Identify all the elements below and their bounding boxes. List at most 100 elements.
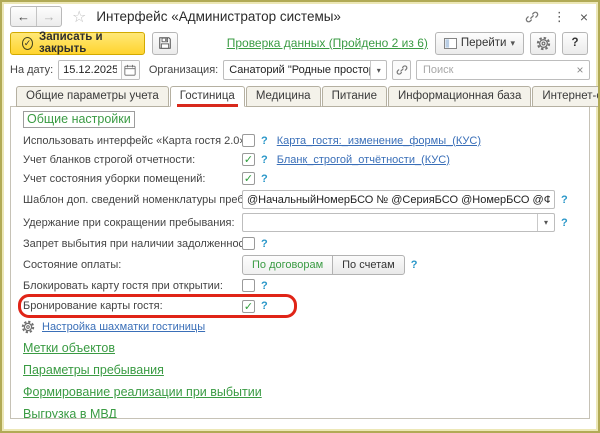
command-bar-right: Перейти ▾ ? [434, 31, 588, 55]
validation-link[interactable]: Проверка данных (Пройдено 2 из 6) [227, 36, 428, 50]
dropdown-arrow-icon[interactable]: ▾ [369, 61, 387, 79]
tab-strip: Общие параметры учета Гостиница Медицина… [10, 84, 598, 107]
help-icon[interactable]: ? [261, 300, 268, 312]
setting-label: Шаблон доп. сведений номенклатуры пребыв… [23, 193, 242, 206]
chevron-down-icon: ▾ [510, 37, 515, 48]
hotel-settings-panel: Общие настройки Использовать интерфейс «… [10, 106, 590, 419]
template-input[interactable] [242, 190, 555, 209]
help-icon[interactable]: ? [411, 259, 418, 271]
help-icon[interactable]: ? [261, 173, 268, 185]
checkbox-card-booking[interactable]: ✓ [242, 299, 255, 313]
date-input[interactable] [59, 61, 122, 79]
help-icon[interactable]: ? [261, 154, 268, 166]
org-label: Организация: [148, 64, 219, 76]
group-link-realization-on-departure[interactable]: Формирование реализации при выбытии [23, 385, 262, 399]
doc-link-strict-forms[interactable]: Бланк_строгой_отчётности_(КУС) [277, 154, 450, 166]
search-input[interactable] [417, 64, 571, 76]
favorite-star-icon[interactable]: ☆ [72, 7, 86, 27]
payment-state-switch: По договорам По счетам [242, 254, 405, 275]
tab-infobase[interactable]: Информационная база [387, 86, 532, 107]
titlebar: ← → ☆ Интерфейс «Администратор системы» … [2, 2, 598, 29]
back-button[interactable]: ← [11, 7, 36, 26]
setting-row-withhold: Удержание при сокращении пребывания: ▾ ? [23, 211, 583, 234]
group-row: Параметры пребывания [23, 359, 583, 381]
group-row: Метки объектов [23, 337, 583, 359]
setting-row-strict-forms: Учет бланков строгой отчетности: ✓ ? Бла… [23, 150, 583, 169]
gear-icon [21, 320, 35, 334]
org-open-link-button[interactable] [392, 60, 411, 80]
help-icon[interactable]: ? [561, 194, 568, 206]
check-circle-icon: ✓ [22, 36, 34, 50]
checkbox-lock-card[interactable] [242, 279, 255, 292]
setting-label: Учет бланков строгой отчетности: [23, 153, 196, 166]
setting-row-departure-ban: Запрет выбытия при наличии задолженности… [23, 234, 583, 253]
help-icon[interactable]: ? [561, 217, 568, 229]
setting-row-template: Шаблон доп. сведений номенклатуры пребыв… [23, 188, 583, 211]
date-field-group [58, 60, 140, 80]
withhold-value [243, 214, 537, 231]
withhold-combobox[interactable]: ▾ [242, 213, 555, 232]
tab-internet-services[interactable]: Интернет-сервисы [532, 86, 598, 107]
help-icon[interactable]: ? [261, 280, 268, 292]
settings-button[interactable] [530, 31, 556, 55]
calendar-button[interactable] [121, 61, 139, 79]
setting-row-lock-card: Блокировать карту гостя при открытии: ? [23, 276, 583, 295]
search-field: × [416, 60, 590, 80]
titlebar-icons: ⋮ × [525, 9, 588, 25]
date-label: На дату: [10, 64, 54, 76]
more-menu-icon[interactable]: ⋮ [553, 9, 566, 25]
help-icon[interactable]: ? [261, 238, 268, 250]
help-icon[interactable]: ? [261, 135, 268, 147]
setting-label: Запрет выбытия при наличии задолженности… [23, 237, 242, 250]
setting-label: Использовать интерфейс «Карта гостя 2.0»… [23, 134, 242, 147]
chess-settings-link[interactable]: Настройка шахматки гостиницы [42, 321, 205, 333]
search-clear-icon[interactable]: × [571, 63, 589, 77]
goto-button[interactable]: Перейти ▾ [434, 31, 524, 55]
save-and-close-button[interactable]: ▾ ✓ Записать и закрыть [10, 31, 145, 55]
forward-button[interactable]: → [36, 7, 61, 26]
chess-settings-row: Настройка шахматки гостиницы [21, 317, 583, 337]
setting-label: Бронирование карты гостя: [23, 300, 163, 312]
tab-hotel[interactable]: Гостиница [169, 86, 245, 107]
setting-row-cleaning-state: Учет состояния уборки помещений: ✓ ? [23, 169, 583, 188]
group-link-mvd-upload[interactable]: Выгрузка в МВД [23, 407, 117, 418]
setting-row-card-booking: Бронирование карты гостя: ✓ ? [18, 294, 583, 318]
setting-label: Удержание при сокращении пребывания: [23, 216, 235, 229]
dropdown-arrow-icon[interactable]: ▾ [537, 214, 554, 231]
setting-label: Блокировать карту гостя при открытии: [23, 279, 223, 292]
dialog-window: ← → ☆ Интерфейс «Администратор системы» … [0, 0, 600, 433]
history-nav: ← → [10, 6, 62, 27]
setting-label: Состояние оплаты: [23, 258, 122, 271]
checkbox-departure-ban[interactable] [242, 237, 255, 250]
tab-food[interactable]: Питание [321, 86, 387, 107]
page-title: Интерфейс «Администратор системы» [96, 9, 341, 24]
checkbox-strict-forms[interactable]: ✓ [242, 153, 255, 166]
org-value: Санаторий "Родные просторы" [229, 64, 370, 76]
filter-bar: На дату: Организация: Санаторий "Родные … [2, 58, 598, 82]
tab-medicine[interactable]: Медицина [245, 86, 321, 107]
group-link-stay-parameters[interactable]: Параметры пребывания [23, 363, 164, 377]
goto-label: Перейти [460, 37, 507, 49]
gear-icon [536, 36, 551, 51]
tab-general-accounting[interactable]: Общие параметры учета [16, 86, 169, 107]
checkbox-cleaning-state[interactable]: ✓ [242, 172, 255, 185]
org-combobox[interactable]: Санаторий "Родные просторы" ▾ [223, 60, 388, 80]
group-link-object-tags[interactable]: Метки объектов [23, 341, 115, 355]
payment-option-contracts[interactable]: По договорам [242, 254, 334, 275]
group-row: Выгрузка в МВД [23, 403, 583, 418]
setting-label: Учет состояния уборки помещений: [23, 172, 206, 185]
help-button[interactable]: ? [562, 31, 588, 55]
save-and-close-label: Записать и закрыть [39, 31, 103, 55]
payment-option-invoices[interactable]: По счетам [332, 254, 405, 275]
setting-row-guest-card: Использовать интерфейс «Карта гостя 2.0»… [23, 131, 583, 150]
group-header-general-settings[interactable]: Общие настройки [23, 111, 135, 128]
goto-icon [443, 37, 457, 49]
command-bar: ▾ ✓ Записать и закрыть Проверка данных (… [2, 29, 598, 58]
save-button[interactable] [151, 31, 178, 55]
group-row: Формирование реализации при выбытии [23, 381, 583, 403]
setting-row-payment-state: Состояние оплаты: По договорам По счетам… [23, 253, 583, 276]
doc-link-guest-card[interactable]: Карта_гостя:_изменение_формы_(КУС) [277, 135, 481, 147]
checkbox-guest-card[interactable] [242, 134, 255, 147]
close-button[interactable]: × [580, 9, 588, 25]
get-link-icon[interactable] [525, 10, 539, 24]
